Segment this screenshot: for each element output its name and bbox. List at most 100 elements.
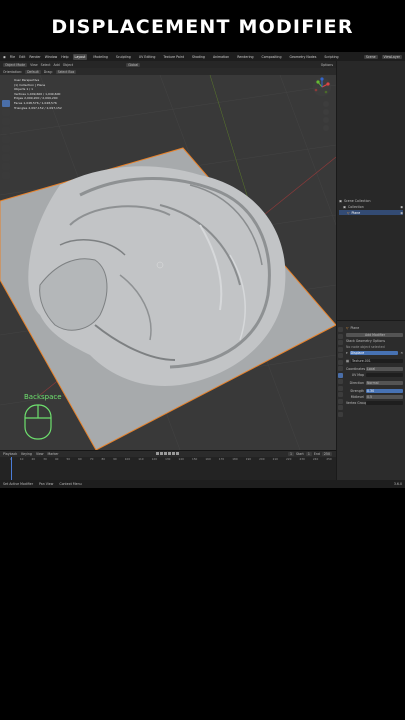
blender-logo-icon[interactable]: ◉ bbox=[3, 55, 6, 59]
outliner-item-plane[interactable]: ▽ Plane ◉ bbox=[339, 210, 403, 215]
workspace-tab-rendering[interactable]: Rendering bbox=[235, 54, 255, 60]
options-menu[interactable]: Options bbox=[321, 63, 336, 67]
strength-slider[interactable]: 0.30 bbox=[366, 388, 403, 393]
object-tab-icon[interactable] bbox=[338, 366, 343, 371]
particles-tab-icon[interactable] bbox=[338, 379, 343, 384]
workspace-tab-animation[interactable]: Animation bbox=[211, 54, 231, 60]
tool-tab-icon[interactable] bbox=[338, 327, 343, 332]
texture-tab-icon[interactable] bbox=[338, 411, 343, 417]
prev-keyframe-icon[interactable] bbox=[160, 452, 163, 455]
workspace-tab-compositing[interactable]: Compositing bbox=[260, 54, 284, 60]
output-tab-icon[interactable] bbox=[338, 340, 343, 345]
zoom-icon[interactable] bbox=[323, 101, 329, 107]
material-tab-icon[interactable] bbox=[338, 405, 343, 410]
timeline-menu-marker[interactable]: Marker bbox=[48, 452, 59, 456]
modifier-wrench-tab-icon[interactable] bbox=[338, 372, 343, 378]
view-layer-tab-icon[interactable] bbox=[338, 346, 343, 352]
add-cube-tool-icon[interactable] bbox=[2, 172, 10, 179]
stack-options-label[interactable]: Stack Geometry Options bbox=[346, 339, 385, 343]
modifier-close-icon[interactable]: ✕ bbox=[400, 351, 403, 355]
start-frame-field[interactable]: 1 bbox=[305, 451, 312, 456]
strength-row: Strength 0.30 bbox=[346, 388, 403, 393]
annotate-tool-icon[interactable] bbox=[2, 154, 10, 161]
outliner-item-collection[interactable]: ▣ Collection ◉ bbox=[339, 204, 403, 209]
jump-start-icon[interactable] bbox=[156, 452, 159, 455]
cursor-tool-icon[interactable] bbox=[2, 109, 10, 116]
pan-hand-icon[interactable] bbox=[323, 109, 329, 115]
menu-render[interactable]: Render bbox=[29, 55, 40, 59]
header-menu-select[interactable]: Select bbox=[41, 63, 51, 67]
tick-label: 80 bbox=[101, 457, 106, 461]
tick-label: 170 bbox=[218, 457, 225, 461]
orientation-dropdown[interactable]: Default bbox=[25, 69, 41, 74]
view-layer-selector[interactable]: ViewLayer bbox=[381, 54, 402, 59]
menu-file[interactable]: File bbox=[10, 55, 15, 59]
end-frame-field[interactable]: 250 bbox=[321, 451, 332, 456]
add-modifier-button[interactable]: Add Modifier bbox=[346, 332, 403, 337]
workspace-tab-uv-editing[interactable]: UV Editing bbox=[137, 54, 158, 60]
world-tab-icon[interactable] bbox=[338, 359, 343, 365]
perspective-grid-icon[interactable] bbox=[323, 125, 329, 131]
status-mouse-left-hint: Set Active Modifier bbox=[3, 482, 34, 486]
scale-tool-icon[interactable] bbox=[2, 136, 10, 143]
view-name: User Perspective bbox=[14, 78, 40, 82]
select-box-tool-icon[interactable] bbox=[2, 100, 10, 107]
visibility-eye-icon[interactable]: ◉ bbox=[400, 205, 403, 209]
render-tab-icon[interactable] bbox=[338, 333, 343, 339]
visibility-eye-icon[interactable]: ◉ bbox=[400, 211, 403, 215]
current-frame-field[interactable]: 1 bbox=[287, 451, 295, 456]
measure-tool-icon[interactable] bbox=[2, 163, 10, 170]
transform-tool-icon[interactable] bbox=[2, 145, 10, 152]
object-name: Plane bbox=[350, 325, 360, 330]
timeline-playhead[interactable] bbox=[11, 457, 12, 481]
navigation-gizmo[interactable] bbox=[312, 77, 332, 97]
coordinates-dropdown[interactable]: Local bbox=[366, 366, 403, 371]
modifier-name-field[interactable]: Displace bbox=[349, 350, 399, 355]
next-keyframe-icon[interactable] bbox=[172, 452, 175, 455]
physics-tab-icon[interactable] bbox=[338, 385, 343, 391]
move-tool-icon[interactable] bbox=[2, 118, 10, 125]
uv-map-field[interactable] bbox=[366, 372, 403, 377]
scene-selector[interactable]: Scene bbox=[363, 54, 378, 59]
camera-view-icon[interactable] bbox=[323, 117, 329, 123]
outliner-item-scene-collection[interactable]: ▣ Scene Collection bbox=[339, 198, 403, 203]
data-tab-icon[interactable] bbox=[338, 398, 343, 404]
3d-viewport[interactable]: User Perspective (1) Collection | Plane … bbox=[0, 75, 336, 450]
direction-dropdown[interactable]: Normal bbox=[366, 380, 403, 385]
jump-end-icon[interactable] bbox=[176, 452, 179, 455]
tick-label: 40 bbox=[54, 457, 59, 461]
workspace-tab-texture-paint[interactable]: Texture Paint bbox=[161, 54, 186, 60]
timeline-menu-keying[interactable]: Keying bbox=[21, 452, 32, 456]
menu-window[interactable]: Window bbox=[45, 55, 58, 59]
direction-row: Direction Normal bbox=[346, 380, 403, 385]
play-reverse-icon[interactable] bbox=[164, 452, 167, 455]
scene-tab-icon[interactable] bbox=[338, 353, 343, 358]
timeline-ruler[interactable]: 0 10 20 30 40 50 60 70 80 90 100 110 120… bbox=[10, 457, 332, 463]
header-menu-view[interactable]: View bbox=[30, 63, 38, 67]
play-icon[interactable] bbox=[168, 452, 171, 455]
workspace-tab-layout[interactable]: Layout bbox=[72, 53, 88, 60]
workspace-tab-sculpting[interactable]: Sculpting bbox=[114, 54, 133, 60]
midlevel-slider[interactable]: 0.5 bbox=[366, 394, 403, 399]
modifier-expand-chevron-icon[interactable]: ▾ bbox=[346, 351, 348, 355]
workspace-tab-shading[interactable]: Shading bbox=[190, 54, 207, 60]
workspace-tab-modeling[interactable]: Modeling bbox=[91, 54, 110, 60]
timeline-menu-view[interactable]: View bbox=[36, 452, 44, 456]
playback-controls bbox=[156, 452, 179, 455]
header-menu-object[interactable]: Object bbox=[63, 63, 73, 67]
transform-orientation-dropdown[interactable]: Global bbox=[126, 62, 141, 67]
coordinates-label: Coordinates bbox=[346, 366, 366, 371]
mode-dropdown[interactable]: Object Mode bbox=[3, 62, 28, 67]
texture-field[interactable]: Texture.001 bbox=[351, 358, 403, 363]
menu-edit[interactable]: Edit bbox=[19, 55, 25, 59]
constraints-tab-icon[interactable] bbox=[338, 392, 343, 397]
drag-dropdown[interactable]: Select Box bbox=[55, 69, 77, 74]
rotate-tool-icon[interactable] bbox=[2, 127, 10, 134]
vertex-group-field[interactable] bbox=[366, 400, 403, 405]
mouse-icon bbox=[24, 404, 52, 440]
header-menu-add[interactable]: Add bbox=[54, 63, 60, 67]
workspace-tab-geometry-nodes[interactable]: Geometry Nodes bbox=[287, 54, 318, 60]
workspace-tab-scripting[interactable]: Scripting bbox=[322, 54, 340, 60]
menu-help[interactable]: Help bbox=[61, 55, 68, 59]
timeline-menu-playback[interactable]: Playback bbox=[3, 452, 17, 456]
